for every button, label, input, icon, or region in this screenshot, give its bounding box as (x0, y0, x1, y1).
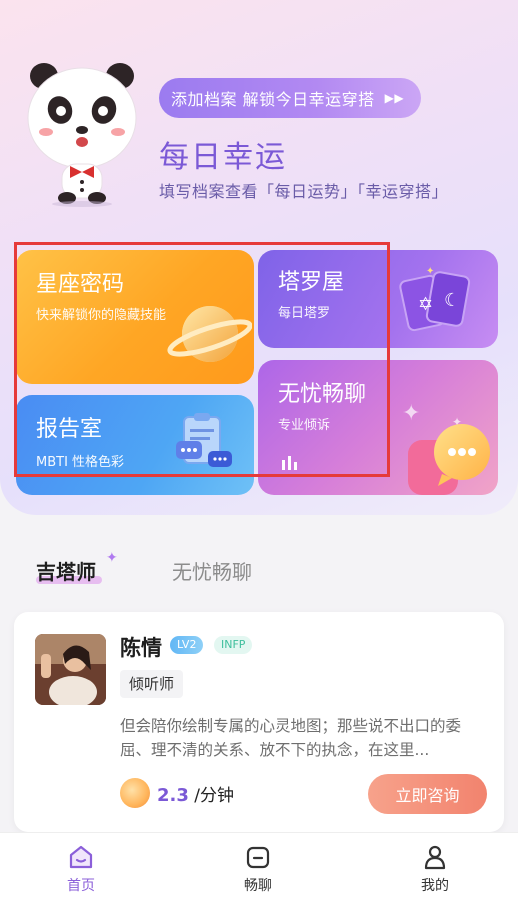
nav-home[interactable]: 首页 (46, 843, 116, 895)
coin-icon (120, 778, 150, 808)
nav-chat[interactable]: 畅聊 (223, 843, 293, 895)
consultant-card[interactable]: 陈情 LV2 INFP 倾听师 但会陪你绘制专属的心灵地图；那些说不出口的委屈、… (14, 612, 504, 832)
nav-mine[interactable]: 我的 (400, 843, 470, 895)
svg-text:✦: ✦ (426, 266, 434, 277)
audio-bars-icon (282, 456, 297, 470)
planet-icon (167, 306, 252, 362)
svg-text:✡: ✡ (418, 294, 433, 315)
star-code-card[interactable]: 星座密码 快来解锁你的隐藏技能 (16, 250, 254, 384)
consult-now-button[interactable]: 立即咨询 (368, 774, 487, 814)
chat-icon (246, 846, 270, 869)
speech-bubble-icon: ✦ ✦ (402, 401, 490, 495)
panda-mascot-icon (27, 63, 137, 207)
double-chevron-right-icon: ▶▶ (384, 91, 405, 105)
report-card-title: 报告室 (36, 417, 103, 442)
user-icon (424, 845, 446, 870)
avatar (35, 634, 106, 705)
consultant-description: 但会陪你绘制专属的心灵地图；那些说不出口的委屈、理不清的关系、放不下的执念，在这… (120, 717, 462, 759)
tarot-card-title: 塔罗屋 (278, 270, 345, 295)
nav-home-label: 首页 (67, 878, 95, 894)
tarot-house-card[interactable]: 塔罗屋 每日塔罗 ✡ ☾ ✦ (258, 250, 498, 348)
tab-diviner[interactable]: 吉塔师 (36, 556, 96, 585)
report-room-card[interactable]: 报告室 MBTI 性格色彩 (16, 395, 254, 495)
clipboard-chat-icon (176, 413, 232, 467)
price-unit: /分钟 (194, 786, 235, 806)
section-tabs: 吉塔师 ✦ 无忧畅聊 (0, 550, 518, 592)
avatar-photo (35, 634, 106, 705)
nav-chat-label: 畅聊 (244, 878, 272, 894)
nav-mine-label: 我的 (421, 878, 449, 894)
tab-worry-free-chat[interactable]: 无忧畅聊 (172, 556, 252, 585)
chat-card-title: 无忧畅聊 (278, 382, 367, 407)
chat-card-subtitle: 专业倾诉 (278, 418, 331, 433)
report-card-subtitle: MBTI 性格色彩 (36, 455, 125, 470)
daily-luck-title: 每日幸运 (159, 140, 287, 175)
svg-text:☾: ☾ (444, 290, 460, 311)
price: 2.3 /分钟 (157, 781, 234, 806)
consultant-name: 陈情 (120, 636, 162, 660)
star-card-subtitle: 快来解锁你的隐藏技能 (36, 308, 167, 323)
worry-free-chat-card[interactable]: 无忧畅聊 专业倾诉 ✦ ✦ (258, 360, 498, 495)
svg-text:✦: ✦ (402, 401, 420, 426)
sparkle-icon: ✦ (106, 550, 118, 566)
add-profile-promo-button[interactable]: 添加档案 解锁今日幸运穿搭 ▶▶ (159, 78, 421, 118)
role-tag: 倾听师 (120, 670, 184, 698)
tarot-cards-icon: ✡ ☾ ✦ (399, 266, 471, 332)
tarot-card-subtitle: 每日塔罗 (278, 306, 331, 321)
level-badge: LV2 (170, 636, 204, 654)
bottom-navigation: 首页 畅聊 我的 (0, 832, 518, 901)
price-value: 2.3 (157, 785, 189, 806)
mbti-badge: INFP (214, 636, 253, 654)
star-card-title: 星座密码 (36, 272, 125, 297)
home-icon (69, 845, 93, 869)
daily-luck-subtitle: 填写档案查看「每日运势」「幸运穿搭」 (159, 182, 449, 201)
promo-label: 添加档案 解锁今日幸运穿搭 (171, 90, 375, 109)
